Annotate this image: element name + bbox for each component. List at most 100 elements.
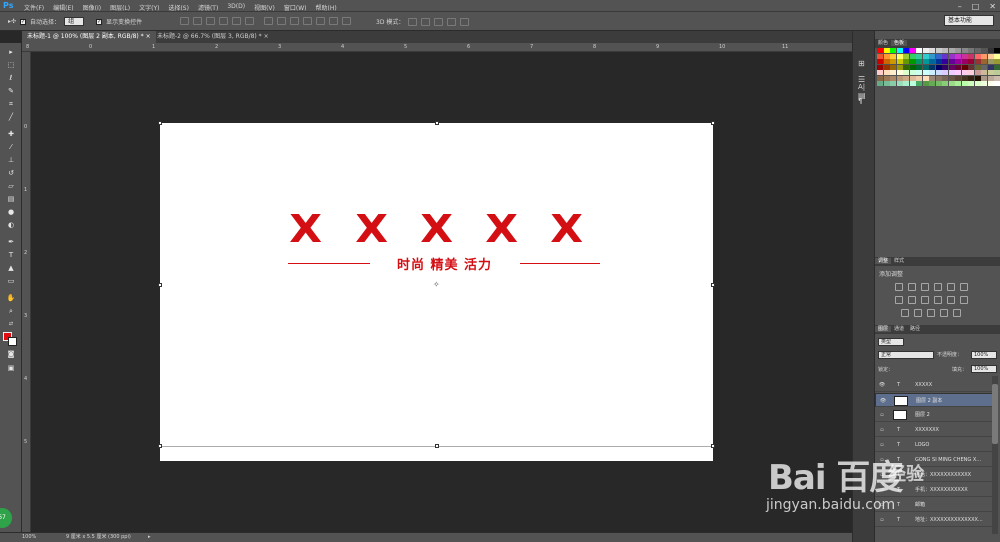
screen-mode-icon[interactable]: ▣ bbox=[5, 363, 17, 374]
distribute-bottom-icon[interactable] bbox=[290, 17, 299, 25]
swatch[interactable] bbox=[987, 70, 994, 75]
swatch[interactable] bbox=[987, 48, 994, 53]
swatch[interactable] bbox=[974, 59, 981, 64]
auto-select-checkbox[interactable]: ✓ bbox=[20, 18, 27, 25]
layer-row[interactable]: ▫ T 手机：XXXXXXXXXXX bbox=[875, 483, 995, 497]
swatch[interactable] bbox=[974, 48, 981, 53]
swatch[interactable] bbox=[968, 53, 974, 59]
swatch[interactable] bbox=[948, 81, 955, 86]
swatch[interactable] bbox=[942, 53, 948, 59]
swatch[interactable] bbox=[922, 75, 929, 81]
swatch[interactable] bbox=[942, 70, 948, 75]
swatch[interactable] bbox=[883, 53, 890, 59]
swatch[interactable] bbox=[929, 70, 935, 75]
auto-align-icon[interactable] bbox=[342, 17, 351, 25]
swatch[interactable] bbox=[909, 75, 916, 81]
swatch[interactable] bbox=[935, 48, 942, 53]
gradient-map-icon[interactable] bbox=[940, 309, 948, 317]
swatch[interactable] bbox=[955, 75, 961, 81]
close-button[interactable]: ✕ bbox=[989, 2, 996, 11]
color-balance-icon[interactable] bbox=[907, 296, 916, 304]
swatch[interactable] bbox=[909, 81, 916, 86]
align-vcenter-icon[interactable] bbox=[193, 17, 202, 25]
auto-select-dropdown[interactable]: 组 bbox=[64, 17, 85, 26]
scale-3d-icon[interactable] bbox=[460, 17, 470, 26]
opacity-input[interactable]: 100% bbox=[971, 351, 997, 359]
swatch[interactable] bbox=[935, 75, 942, 81]
swatch[interactable] bbox=[955, 70, 961, 75]
drag-3d-icon[interactable] bbox=[434, 17, 444, 26]
layer-visibility-toggle[interactable]: ▫ bbox=[878, 438, 886, 452]
tab-doc-2[interactable]: 未标题-2 @ 66.7% (图层 3, RGB/8) * × bbox=[152, 31, 274, 43]
dodge-tool-icon[interactable]: ◐ bbox=[5, 220, 17, 231]
layer-visibility-toggle[interactable]: ▫ bbox=[878, 423, 886, 437]
swatch[interactable] bbox=[942, 81, 948, 86]
swatch[interactable] bbox=[961, 59, 968, 64]
layer-name[interactable]: XXXXX bbox=[915, 378, 932, 392]
swatch[interactable] bbox=[903, 64, 909, 70]
swatch[interactable] bbox=[903, 59, 909, 64]
swatch[interactable] bbox=[916, 48, 922, 53]
swatch[interactable] bbox=[909, 70, 916, 75]
swatch[interactable] bbox=[903, 75, 909, 81]
layer-name[interactable]: 图层 2 bbox=[915, 408, 930, 422]
swatch[interactable] bbox=[942, 75, 948, 81]
hand-tool-icon[interactable]: ✋ bbox=[5, 293, 17, 304]
swatch[interactable] bbox=[948, 48, 955, 53]
layer-kind-filter[interactable]: 类型 bbox=[878, 338, 904, 346]
tab-paths[interactable]: 路径 bbox=[907, 326, 923, 332]
swatch[interactable] bbox=[961, 75, 968, 81]
scrollbar-thumb[interactable] bbox=[992, 384, 998, 444]
layer-row[interactable]: ▫ 图层 2 bbox=[875, 408, 995, 422]
swatch[interactable] bbox=[916, 59, 922, 64]
layer-row[interactable]: ▫ T GONG SI MING CHENG X... bbox=[875, 453, 995, 467]
document-canvas[interactable] bbox=[160, 123, 713, 461]
transform-handle-tl[interactable] bbox=[158, 121, 162, 125]
menu-image[interactable]: 图像(I) bbox=[83, 3, 101, 12]
swatch[interactable] bbox=[974, 64, 981, 70]
swatch[interactable] bbox=[903, 70, 909, 75]
swatch[interactable] bbox=[981, 81, 987, 86]
swatch[interactable] bbox=[968, 70, 974, 75]
tab-adjustments[interactable]: 调整 bbox=[875, 258, 892, 264]
swatch[interactable] bbox=[994, 70, 1000, 75]
marquee-tool-icon[interactable]: ⬚ bbox=[5, 60, 17, 71]
layer-row-selected[interactable]: 👁 图层 2 副本 bbox=[875, 393, 995, 407]
align-top-icon[interactable] bbox=[180, 17, 189, 25]
lasso-tool-icon[interactable]: ℓ bbox=[5, 73, 17, 84]
swatch[interactable] bbox=[955, 64, 961, 70]
swatch[interactable] bbox=[877, 70, 883, 75]
transform-center-icon[interactable]: ✧ bbox=[433, 280, 440, 289]
swatch[interactable] bbox=[929, 81, 935, 86]
eraser-tool-icon[interactable]: ▱ bbox=[5, 181, 17, 192]
swatch[interactable] bbox=[909, 53, 916, 59]
distribute-left-icon[interactable] bbox=[303, 17, 312, 25]
eyedropper-tool-icon[interactable]: ╱ bbox=[5, 112, 17, 123]
slide-3d-icon[interactable] bbox=[447, 17, 457, 26]
swatch[interactable] bbox=[890, 70, 896, 75]
photo-filter-icon[interactable] bbox=[933, 296, 942, 304]
swatch[interactable] bbox=[968, 48, 974, 53]
swatch[interactable] bbox=[916, 64, 922, 70]
tab-doc-1[interactable]: 未标题-1 @ 100% (图层 2 副本, RGB/8) * × bbox=[22, 31, 156, 43]
layer-name[interactable]: XXXXXXX bbox=[915, 423, 939, 437]
swatch[interactable] bbox=[987, 59, 994, 64]
swatches-grid[interactable] bbox=[877, 48, 1000, 94]
swatch[interactable] bbox=[955, 48, 961, 53]
layer-visibility-toggle[interactable]: ▫ bbox=[878, 513, 886, 527]
swatch[interactable] bbox=[994, 59, 1000, 64]
healing-tool-icon[interactable]: ✚ bbox=[5, 129, 17, 140]
menu-help[interactable]: 帮助(H) bbox=[316, 3, 337, 12]
swatch[interactable] bbox=[981, 75, 987, 81]
move-tool-icon[interactable]: ▸ bbox=[5, 47, 17, 58]
menu-file[interactable]: 文件(F) bbox=[24, 3, 44, 12]
swatch[interactable] bbox=[935, 64, 942, 70]
menu-filter[interactable]: 滤镜(T) bbox=[198, 3, 218, 12]
roll-3d-icon[interactable] bbox=[421, 17, 431, 26]
stamp-tool-icon[interactable]: ⊥ bbox=[5, 155, 17, 166]
swatch[interactable] bbox=[935, 70, 942, 75]
layer-name[interactable]: 手机：XXXXXXXXXXX bbox=[915, 483, 968, 497]
layer-row[interactable]: ▫ T LOGO bbox=[875, 438, 995, 452]
layer-row[interactable]: ▫ T 地址：XXXXXXXXXXXXXX... bbox=[875, 513, 995, 527]
blur-tool-icon[interactable]: ● bbox=[5, 207, 17, 218]
